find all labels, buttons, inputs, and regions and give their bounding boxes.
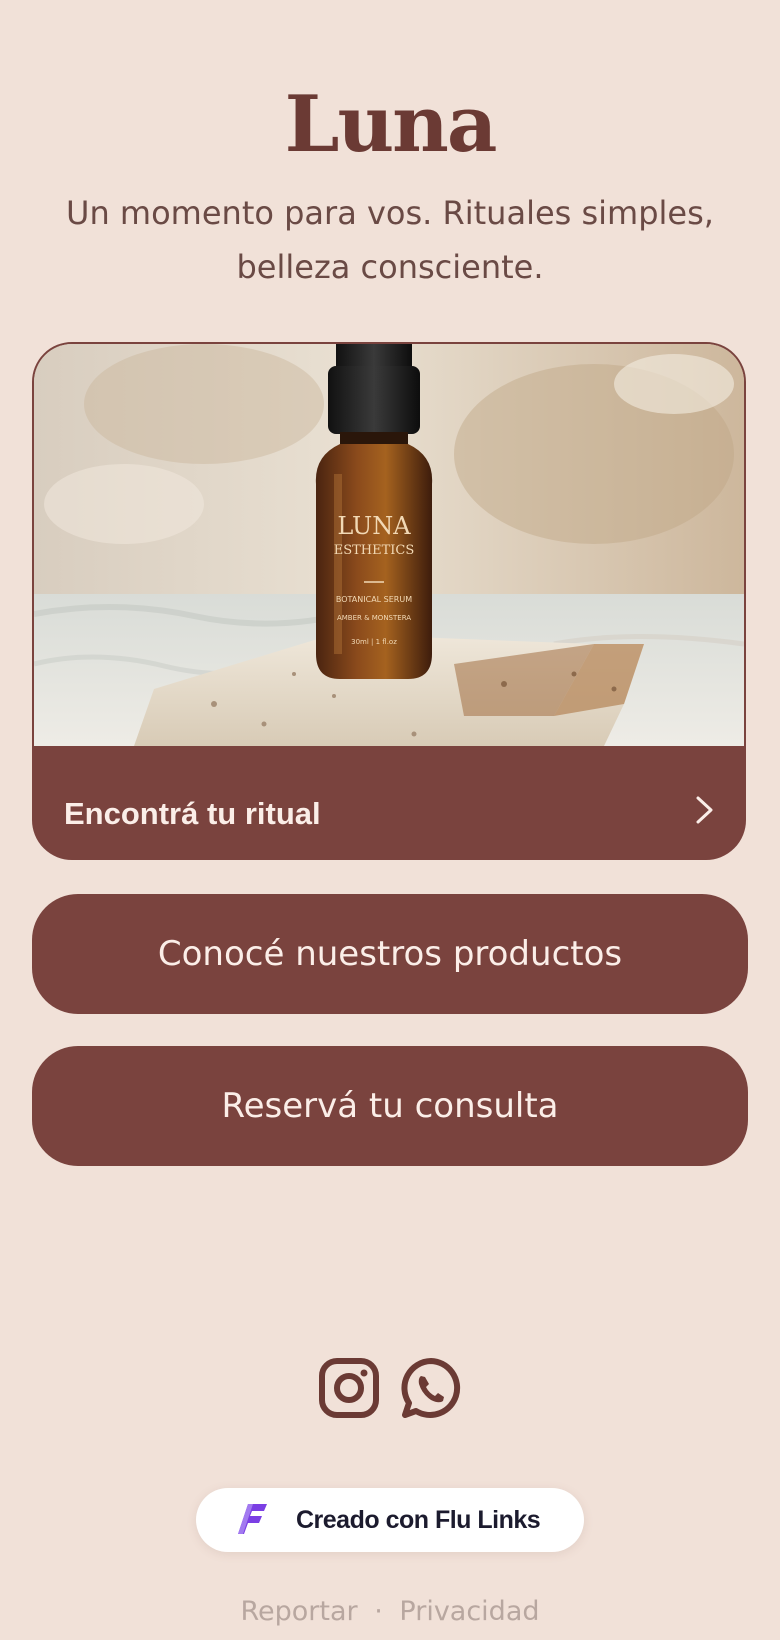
flu-links-badge[interactable]: Creado con Flu Links: [196, 1488, 584, 1552]
footer-separator: ·: [374, 1596, 383, 1627]
privacy-link[interactable]: Privacidad: [399, 1596, 539, 1627]
report-link[interactable]: Reportar: [240, 1596, 357, 1627]
product-photo: LUNA ESTHETICS BOTANICAL SERUM AMBER & M…: [34, 344, 744, 746]
bottle-brand-text: LUNA: [337, 512, 411, 540]
link-button-consult[interactable]: Reservá tu consulta: [32, 1046, 748, 1166]
link-button-label: Conocé nuestros productos: [157, 934, 623, 974]
flu-links-label: Creado con Flu Links: [296, 1506, 541, 1534]
link-page: Luna Un momento para vos. Rituales simpl…: [0, 0, 780, 1640]
link-button-products[interactable]: Conocé nuestros productos: [32, 894, 748, 1014]
bottle-product-text: BOTANICAL SERUM: [336, 595, 412, 604]
social-links: [0, 1356, 780, 1420]
whatsapp-icon[interactable]: [399, 1356, 463, 1420]
link-button-label: Reservá tu consulta: [221, 1086, 559, 1126]
feature-link-card[interactable]: LUNA ESTHETICS BOTANICAL SERUM AMBER & M…: [32, 342, 746, 860]
page-subtitle: Un momento para vos. Rituales simples, b…: [66, 194, 714, 286]
bottle-subbrand-text: ESTHETICS: [334, 543, 415, 558]
footer-links: Reportar · Privacidad: [0, 1596, 780, 1627]
chevron-right-icon: [696, 796, 713, 824]
page-title: Luna: [284, 79, 498, 170]
feature-link-label: Encontrá tu ritual: [64, 796, 321, 831]
instagram-icon[interactable]: [317, 1356, 381, 1420]
bottle-variant-text: AMBER & MONSTERA: [337, 614, 411, 622]
bottle-volume-text: 30ml | 1 fl.oz: [351, 638, 397, 646]
flu-logo-icon: [238, 1504, 267, 1534]
